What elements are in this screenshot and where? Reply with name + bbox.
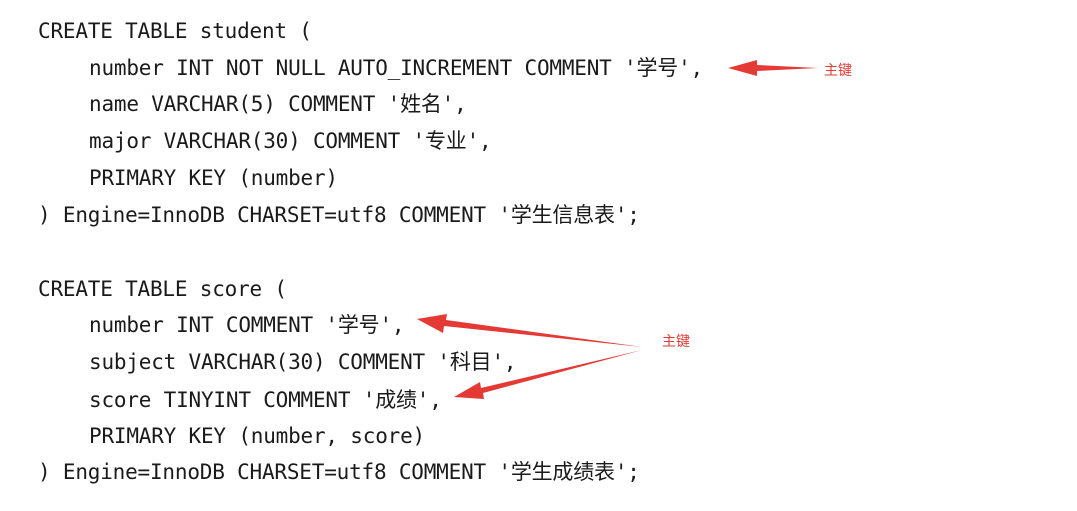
- code-line: CREATE TABLE score (: [38, 277, 287, 301]
- code-line: ) Engine=InnoDB CHARSET=utf8 COMMENT '学生…: [38, 203, 640, 227]
- code-line: PRIMARY KEY (number, score): [89, 424, 425, 448]
- code-line: major VARCHAR(30) COMMENT '专业',: [89, 129, 492, 153]
- sql-code-block: CREATE TABLE student ( number INT NOT NU…: [0, 0, 1077, 511]
- primary-key-annotation: 主键: [824, 63, 852, 79]
- code-line: CREATE TABLE student (: [38, 19, 312, 43]
- code-line: score TINYINT COMMENT '成绩',: [89, 388, 442, 412]
- code-line: PRIMARY KEY (number): [89, 166, 338, 190]
- code-line: number INT NOT NULL AUTO_INCREMENT COMME…: [89, 56, 703, 80]
- code-line: name VARCHAR(5) COMMENT '姓名',: [89, 92, 467, 116]
- code-line: number INT COMMENT '学号',: [89, 313, 405, 337]
- primary-key-annotation: 主键: [662, 334, 690, 350]
- code-line: ) Engine=InnoDB CHARSET=utf8 COMMENT '学生…: [38, 460, 640, 484]
- code-line: subject VARCHAR(30) COMMENT '科目',: [89, 350, 517, 374]
